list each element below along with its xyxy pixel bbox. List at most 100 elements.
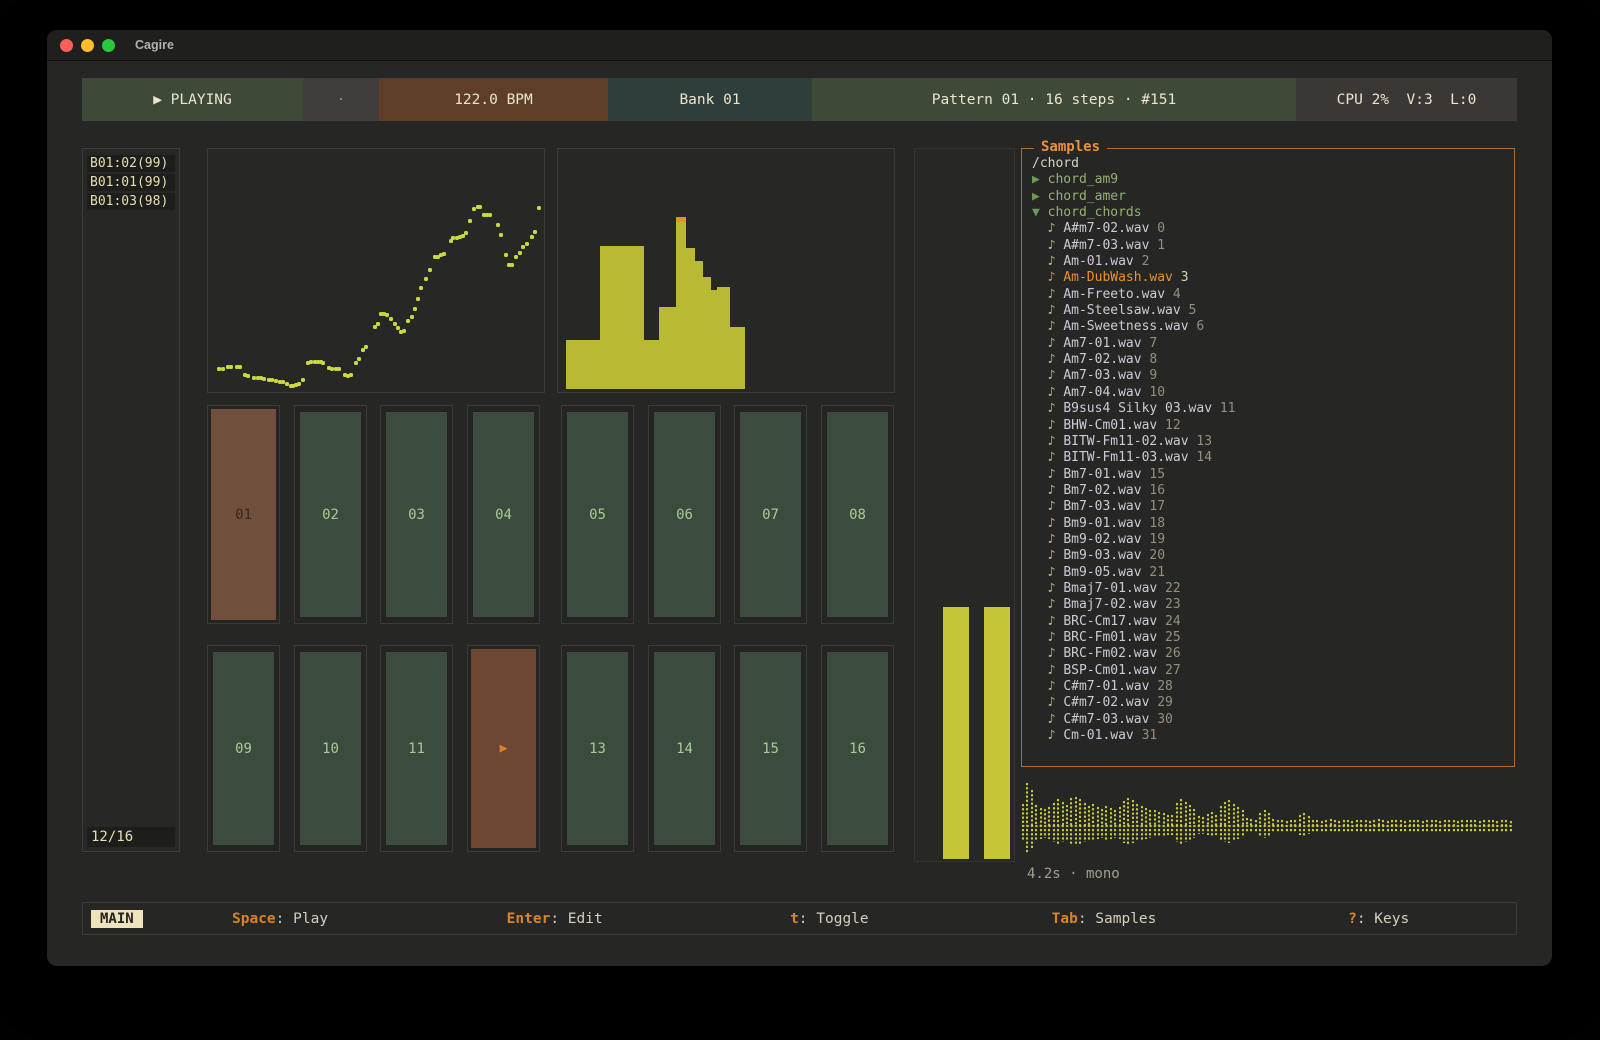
sample-file-row[interactable]: ♪ Bmaj7-01.wav 22 bbox=[1032, 581, 1504, 597]
app-window: Cagire ▶ PLAYING·122.0 BPMBank 01Pattern… bbox=[47, 30, 1552, 966]
pad-01[interactable]: 01 bbox=[207, 405, 280, 624]
waveform-column bbox=[1206, 813, 1210, 826]
folder-row-chord_amer[interactable]: ▶ chord_amer bbox=[1032, 189, 1504, 205]
sample-file-row[interactable]: ♪ BRC-Cm17.wav 24 bbox=[1032, 614, 1504, 630]
minimize-icon[interactable] bbox=[81, 39, 94, 52]
waveform-column bbox=[1469, 819, 1473, 826]
sample-file-row[interactable]: ♪ Am7-03.wav 9 bbox=[1032, 368, 1504, 384]
file-name: A#m7-02.wav bbox=[1063, 221, 1149, 236]
pad-02[interactable]: 02 bbox=[294, 405, 367, 624]
pad-16[interactable]: 16 bbox=[821, 645, 894, 852]
waveform-column bbox=[1232, 828, 1236, 841]
waveform-column bbox=[1460, 828, 1464, 832]
key-hint-edit: Enter: Edit bbox=[417, 911, 692, 927]
status-pattern: Pattern 01 · 16 steps · #151 bbox=[812, 78, 1296, 121]
sample-file-row[interactable]: ♪ Bm9-05.wav 21 bbox=[1032, 565, 1504, 581]
pad-12[interactable]: ▶ bbox=[467, 645, 540, 852]
sample-file-row[interactable]: ♪ Bm9-03.wav 20 bbox=[1032, 548, 1504, 564]
sample-file-row[interactable]: ♪ BHW-Cm01.wav 12 bbox=[1032, 418, 1504, 434]
waveform-column bbox=[1047, 828, 1051, 839]
waveform-column bbox=[1452, 819, 1456, 826]
music-note-icon: ♪ bbox=[1032, 221, 1063, 236]
waveform-column bbox=[1263, 809, 1267, 826]
sample-file-row[interactable]: ♪ Am-01.wav 2 bbox=[1032, 254, 1504, 270]
pad-08[interactable]: 08 bbox=[821, 405, 894, 624]
pad-10[interactable]: 10 bbox=[294, 645, 367, 852]
waveform-column bbox=[1434, 828, 1438, 832]
key-name: Enter bbox=[507, 911, 551, 927]
file-index: 5 bbox=[1181, 303, 1197, 318]
sample-file-row-selected[interactable]: ♪ Am-DubWash.wav 3 bbox=[1032, 270, 1504, 286]
sample-file-row[interactable]: ♪ Am-Sweetness.wav 6 bbox=[1032, 319, 1504, 335]
sample-file-row[interactable]: ♪ BITW-Fm11-02.wav 13 bbox=[1032, 434, 1504, 450]
waveform-column bbox=[1087, 828, 1091, 840]
waveform-column bbox=[1144, 807, 1148, 826]
sample-file-row[interactable]: ♪ Cm-01.wav 31 bbox=[1032, 728, 1504, 744]
pad-06[interactable]: 06 bbox=[648, 405, 721, 624]
pad-07[interactable]: 07 bbox=[734, 405, 807, 624]
sample-file-row[interactable]: ♪ Bm7-03.wav 17 bbox=[1032, 499, 1504, 515]
sample-file-row[interactable]: ♪ Bm9-01.wav 18 bbox=[1032, 516, 1504, 532]
pad-label: 05 bbox=[567, 412, 628, 617]
pad-13[interactable]: 13 bbox=[561, 645, 634, 852]
step-counter: 12/16 bbox=[87, 827, 175, 847]
sample-file-row[interactable]: ♪ Am7-01.wav 7 bbox=[1032, 336, 1504, 352]
waveform-column bbox=[1302, 828, 1306, 836]
pad-05[interactable]: 05 bbox=[561, 405, 634, 624]
sample-file-row[interactable]: ♪ C#m7-01.wav 28 bbox=[1032, 679, 1504, 695]
folder-row-chord_am9[interactable]: ▶ chord_am9 bbox=[1032, 172, 1504, 188]
pad-15[interactable]: 15 bbox=[734, 645, 807, 852]
waveform-column bbox=[1140, 828, 1144, 840]
sample-file-row[interactable]: ♪ Am-Freeto.wav 4 bbox=[1032, 287, 1504, 303]
vu-meter-left bbox=[943, 607, 969, 859]
sample-file-row[interactable]: ♪ BRC-Fm01.wav 25 bbox=[1032, 630, 1504, 646]
sample-file-row[interactable]: ♪ Am-Steelsaw.wav 5 bbox=[1032, 303, 1504, 319]
waveform-column bbox=[1258, 812, 1262, 826]
sample-file-row[interactable]: ♪ Bm7-01.wav 15 bbox=[1032, 467, 1504, 483]
sample-file-row[interactable]: ♪ C#m7-03.wav 30 bbox=[1032, 712, 1504, 728]
pad-11[interactable]: 11 bbox=[380, 645, 453, 852]
sample-file-row[interactable]: ♪ BSP-Cm01.wav 27 bbox=[1032, 663, 1504, 679]
folder-row-chord_chords[interactable]: ▼ chord_chords bbox=[1032, 205, 1504, 221]
status-bank: Bank 01 bbox=[608, 78, 812, 121]
sample-file-row[interactable]: ♪ Bm7-02.wav 16 bbox=[1032, 483, 1504, 499]
waveform-column bbox=[1377, 818, 1381, 826]
waveform-column bbox=[1166, 814, 1170, 826]
sample-file-row[interactable]: ♪ A#m7-03.wav 1 bbox=[1032, 238, 1504, 254]
sample-file-row[interactable]: ♪ B9sus4 Silky 03.wav 11 bbox=[1032, 401, 1504, 417]
sample-file-row[interactable]: ♪ BRC-Fm02.wav 26 bbox=[1032, 646, 1504, 662]
zoom-icon[interactable] bbox=[102, 39, 115, 52]
sample-file-row[interactable]: ♪ Am7-04.wav 10 bbox=[1032, 385, 1504, 401]
pad-04[interactable]: 04 bbox=[467, 405, 540, 624]
waveform-column bbox=[1482, 828, 1486, 832]
waveform-column bbox=[1386, 820, 1390, 826]
close-icon[interactable] bbox=[60, 39, 73, 52]
sample-file-row[interactable]: ♪ Bm9-02.wav 19 bbox=[1032, 532, 1504, 548]
waveform-column bbox=[1065, 804, 1069, 826]
waveform-column bbox=[1131, 828, 1135, 843]
key-name: t bbox=[790, 911, 799, 927]
key-hint-samples: Tab: Samples bbox=[967, 911, 1242, 927]
waveform-column bbox=[1399, 819, 1403, 826]
status-bpm: 122.0 BPM bbox=[379, 78, 608, 121]
pad-03[interactable]: 03 bbox=[380, 405, 453, 624]
waveform-column bbox=[1210, 828, 1214, 837]
sample-file-row[interactable]: ♪ Am7-02.wav 8 bbox=[1032, 352, 1504, 368]
pad-14[interactable]: 14 bbox=[648, 645, 721, 852]
sample-file-row[interactable]: ♪ Bmaj7-02.wav 23 bbox=[1032, 597, 1504, 613]
sample-file-row[interactable]: ♪ BITW-Fm11-03.wav 14 bbox=[1032, 450, 1504, 466]
waveform-column bbox=[1197, 815, 1201, 826]
pad-09[interactable]: 09 bbox=[207, 645, 280, 852]
music-note-icon: ♪ bbox=[1032, 614, 1063, 629]
waveform-column bbox=[1249, 818, 1253, 826]
sample-file-row[interactable]: ♪ C#m7-02.wav 29 bbox=[1032, 695, 1504, 711]
waveform-column bbox=[1443, 819, 1447, 826]
file-name: Bm9-05.wav bbox=[1063, 565, 1141, 580]
pad-label: 06 bbox=[654, 412, 715, 617]
waveform-column bbox=[1469, 828, 1473, 832]
waveform-column bbox=[1473, 828, 1477, 832]
waveform-column bbox=[1390, 828, 1394, 832]
waveform-column bbox=[1043, 828, 1047, 838]
waveform-column bbox=[1223, 801, 1227, 826]
sample-file-row[interactable]: ♪ A#m7-02.wav 0 bbox=[1032, 221, 1504, 237]
